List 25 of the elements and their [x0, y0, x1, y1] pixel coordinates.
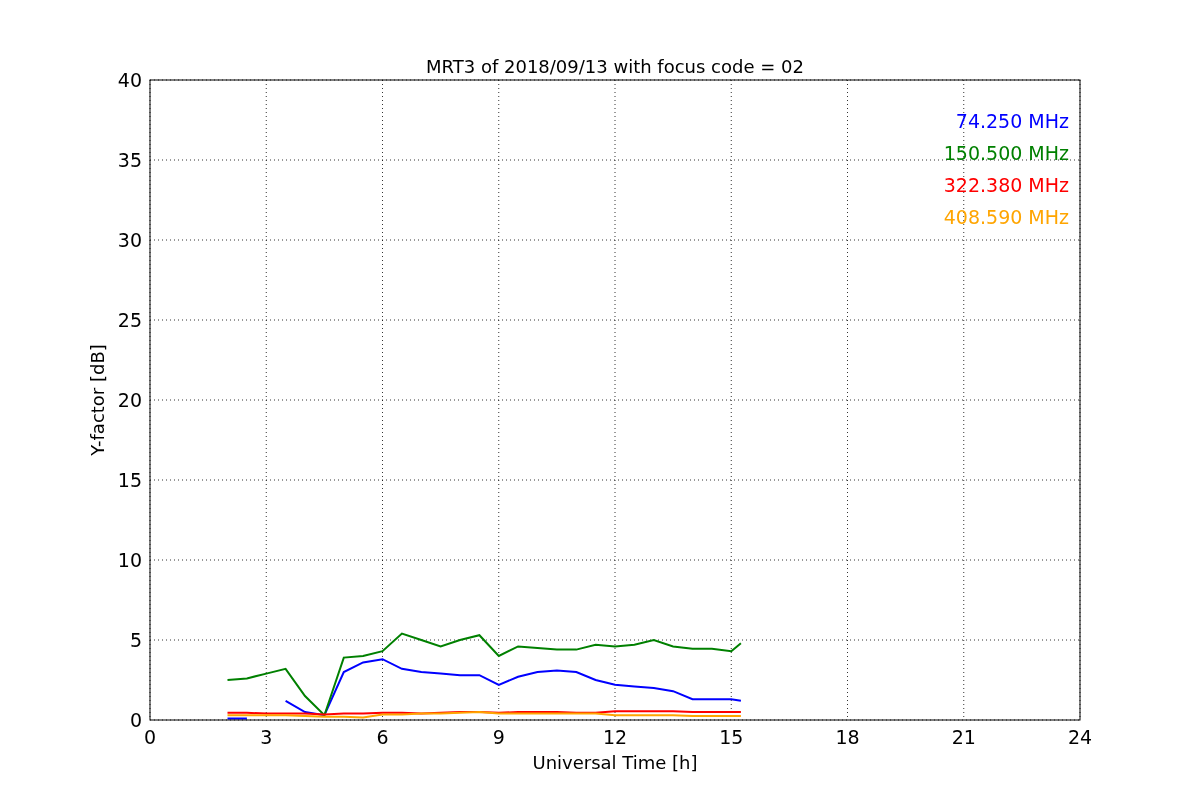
x-axis-label: Universal Time [h] — [532, 752, 698, 773]
y-axis-label: Y-factor [dB] — [87, 344, 108, 456]
legend-label: 74.250 MHz — [955, 110, 1069, 132]
x-tick-label: 0 — [143, 726, 157, 748]
y-tick-label: 25 — [117, 309, 142, 331]
x-tick-label: 12 — [602, 726, 628, 748]
chart-title: MRT3 of 2018/09/13 with focus code = 02 — [426, 56, 804, 77]
x-tick-label: 24 — [1067, 726, 1093, 748]
y-tick-label: 30 — [117, 229, 142, 251]
y-tick-label: 15 — [117, 469, 142, 491]
y-tick-label: 0 — [129, 709, 142, 731]
legend-label: 408.590 MHz — [943, 206, 1069, 228]
y-tick-label: 10 — [117, 549, 142, 571]
legend-label: 150.500 MHz — [943, 142, 1069, 164]
x-tick-label: 18 — [835, 726, 860, 748]
x-tick-label: 15 — [719, 726, 744, 748]
y-tick-label: 5 — [129, 629, 142, 651]
x-tick-label: 21 — [951, 726, 976, 748]
y-tick-label: 40 — [117, 69, 142, 91]
x-tick-label: 3 — [260, 726, 273, 748]
x-tick-label: 6 — [376, 726, 389, 748]
y-tick-label: 20 — [117, 389, 142, 411]
y-tick-label: 35 — [117, 149, 142, 171]
x-tick-label: 9 — [492, 726, 505, 748]
legend-label: 322.380 MHz — [943, 174, 1069, 196]
